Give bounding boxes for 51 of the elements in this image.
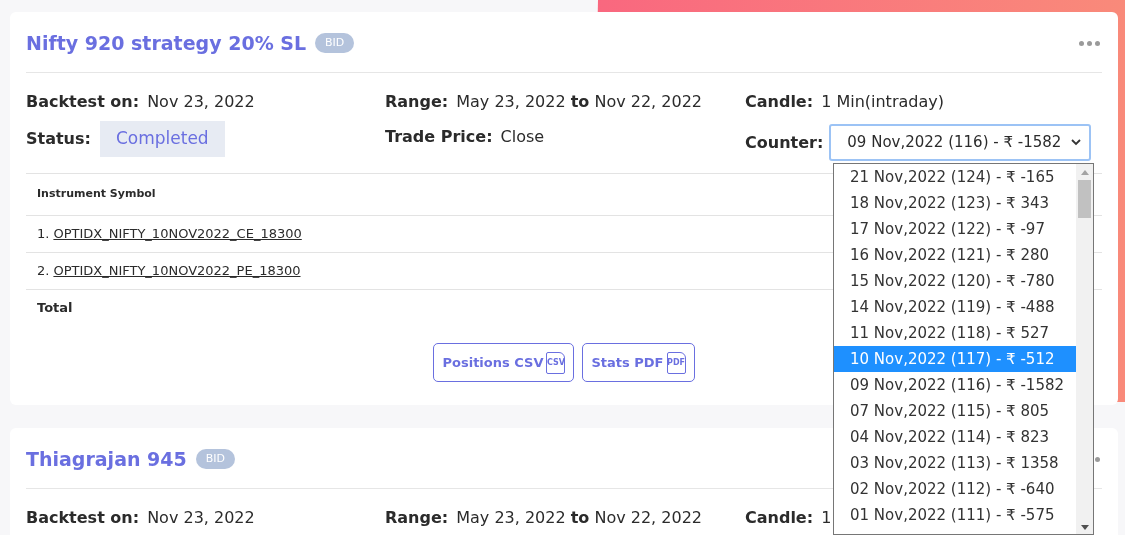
field-label: Candle:	[745, 90, 814, 113]
field-value: Nov 23, 2022	[147, 506, 255, 529]
field-label: Trade Price:	[385, 126, 493, 148]
dropdown-option[interactable]: 15 Nov,2022 (120) - ₹ -780	[834, 268, 1076, 294]
counter-select[interactable]: 09 Nov,2022 (116) - ₹ -1582	[829, 124, 1092, 161]
row-number: 2.	[37, 262, 50, 281]
instrument-link[interactable]: OPTIDX_NIFTY_10NOV2022_PE_18300	[53, 261, 301, 281]
dropdown-option[interactable]: 21 Nov,2022 (124) - ₹ -165	[834, 164, 1076, 190]
dropdown-option[interactable]: 17 Nov,2022 (122) - ₹ -97	[834, 216, 1076, 242]
dropdown-option[interactable]: 16 Nov,2022 (121) - ₹ 280	[834, 242, 1076, 268]
field-value: 1	[821, 506, 832, 529]
scroll-down-icon[interactable]	[1080, 525, 1089, 530]
field-value: Close	[500, 126, 545, 148]
field-label: Backtest on:	[26, 90, 140, 113]
field-label: Backtest on:	[26, 506, 140, 529]
dropdown-option[interactable]: 01 Nov,2022 (111) - ₹ -575	[834, 502, 1076, 528]
strategy-title[interactable]: Thiagrajan 945	[26, 444, 187, 474]
field-label: Counter:	[745, 131, 824, 154]
download-button[interactable]: Positions CSV CSV	[433, 343, 575, 382]
bid-badge: BID	[315, 32, 355, 54]
row-number: 1.	[37, 225, 50, 244]
download-button[interactable]: Stats PDF PDF	[582, 343, 695, 382]
field-label: Range:	[385, 90, 449, 113]
dropdown-option[interactable]: 02 Nov,2022 (112) - ₹ -640	[834, 476, 1076, 502]
dropdown-option[interactable]: 14 Nov,2022 (119) - ₹ -488	[834, 294, 1076, 320]
field-label: Status:	[26, 128, 91, 150]
status-badge: Completed	[99, 121, 225, 157]
scrollbar[interactable]	[1076, 164, 1093, 534]
dropdown-option[interactable]: 09 Nov,2022 (116) - ₹ -1582	[834, 372, 1076, 398]
field-value: 1 Min(intraday)	[821, 90, 944, 113]
file-icon: PDF	[666, 351, 686, 374]
column-header: Instrument Symbol	[37, 186, 156, 203]
dropdown-option[interactable]: 07 Nov,2022 (115) - ₹ 805	[834, 398, 1076, 424]
field-label: Range:	[385, 506, 449, 529]
chevron-down-icon	[1071, 139, 1082, 146]
bid-badge: BID	[195, 448, 235, 470]
file-icon: CSV	[546, 351, 566, 374]
instrument-link[interactable]: OPTIDX_NIFTY_10NOV2022_CE_18300	[53, 224, 302, 244]
field-value: May 23, 2022 to Nov 22, 2022	[456, 90, 702, 113]
dropdown-option[interactable]: 18 Nov,2022 (123) - ₹ 343	[834, 190, 1076, 216]
field-value: Nov 23, 2022	[147, 90, 255, 113]
total-label: Total	[37, 299, 73, 318]
dropdown-option[interactable]: 11 Nov,2022 (118) - ₹ 527	[834, 320, 1076, 346]
scroll-up-icon[interactable]	[1080, 170, 1089, 175]
field-label: Candle:	[745, 506, 814, 529]
field-value: May 23, 2022 to Nov 22, 2022	[456, 506, 702, 529]
dropdown-option[interactable]: 03 Nov,2022 (113) - ₹ 1358	[834, 450, 1076, 476]
strategy-title[interactable]: Nifty 920 strategy 20% SL	[26, 28, 307, 58]
more-icon[interactable]	[1079, 40, 1100, 46]
dropdown-option[interactable]: 04 Nov,2022 (114) - ₹ 823	[834, 424, 1076, 450]
scroll-thumb[interactable]	[1078, 180, 1091, 218]
